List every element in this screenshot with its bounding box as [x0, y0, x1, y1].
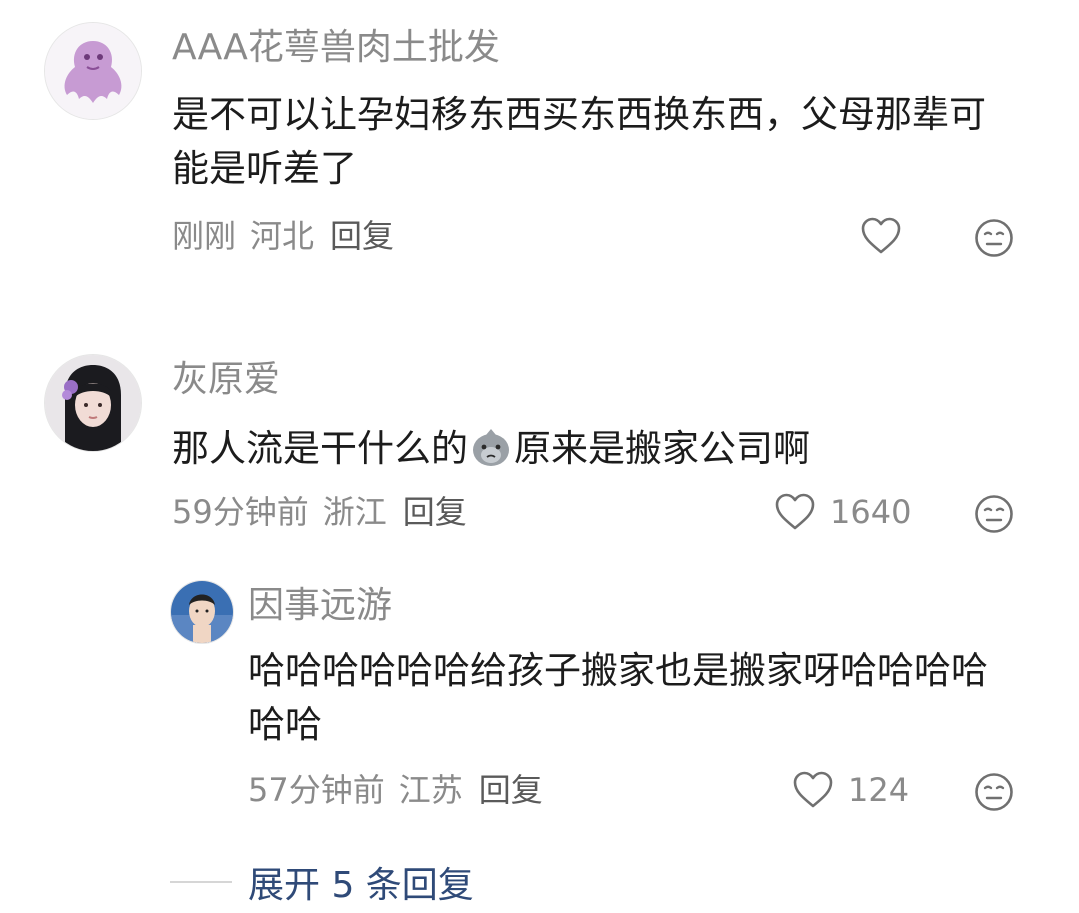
neutral-face-icon[interactable]: [974, 772, 1014, 812]
avatar[interactable]: [44, 22, 142, 120]
reply-text: 哈哈哈哈哈哈给孩子搬家也是搬家呀哈哈哈哈哈哈: [248, 649, 988, 746]
comment-text: 是不可以让孕妇移东西买东西换东西，父母那辈可能是听差了: [172, 93, 986, 190]
username[interactable]: AAA花萼兽肉土批发: [172, 26, 500, 70]
expand-replies-label: 展开 5 条回复: [248, 865, 474, 906]
comment-meta: 刚刚 河北 回复: [172, 216, 408, 256]
neutral-face-icon[interactable]: [974, 494, 1014, 534]
heart-outline-icon: [775, 493, 815, 530]
like-button[interactable]: [860, 216, 902, 256]
username[interactable]: 因事远游: [248, 584, 392, 628]
username[interactable]: 灰原爱: [172, 358, 280, 402]
like-count: 1640: [830, 493, 912, 531]
comment-text: 那人流是干什么的 原来是搬家公司啊: [172, 422, 1022, 476]
neutral-face-icon[interactable]: [974, 218, 1014, 258]
timestamp: 59分钟前: [172, 493, 309, 531]
divider: [170, 881, 232, 883]
avatar-creature-icon: [45, 23, 141, 119]
like-button[interactable]: 124: [792, 770, 909, 810]
like-count: 124: [848, 771, 910, 809]
timestamp: 57分钟前: [248, 771, 385, 809]
location: 江苏: [398, 771, 463, 809]
comment-meta: 57分钟前 江苏 回复: [248, 770, 557, 810]
heart-outline-icon: [861, 217, 901, 254]
reply-button[interactable]: 回复: [403, 493, 467, 531]
location: 浙江: [322, 493, 387, 531]
comment-meta: 59分钟前 浙江 回复: [172, 492, 481, 532]
sad-face-emoji: [473, 429, 509, 466]
reply-button[interactable]: 回复: [330, 217, 394, 255]
avatar[interactable]: [170, 580, 234, 644]
location: 河北: [250, 217, 315, 255]
heart-outline-icon: [793, 771, 833, 808]
comment-text-part: 原来是搬家公司啊: [514, 427, 810, 470]
avatar-illustration-icon: [171, 581, 233, 643]
comment-text-part: 那人流是干什么的: [172, 427, 468, 470]
like-button[interactable]: 1640: [774, 492, 911, 532]
reply-button[interactable]: 回复: [479, 771, 543, 809]
expand-replies-button[interactable]: 展开 5 条回复: [170, 856, 474, 908]
avatar[interactable]: [44, 354, 142, 452]
timestamp: 刚刚: [172, 217, 237, 255]
avatar-portrait-icon: [45, 355, 141, 451]
